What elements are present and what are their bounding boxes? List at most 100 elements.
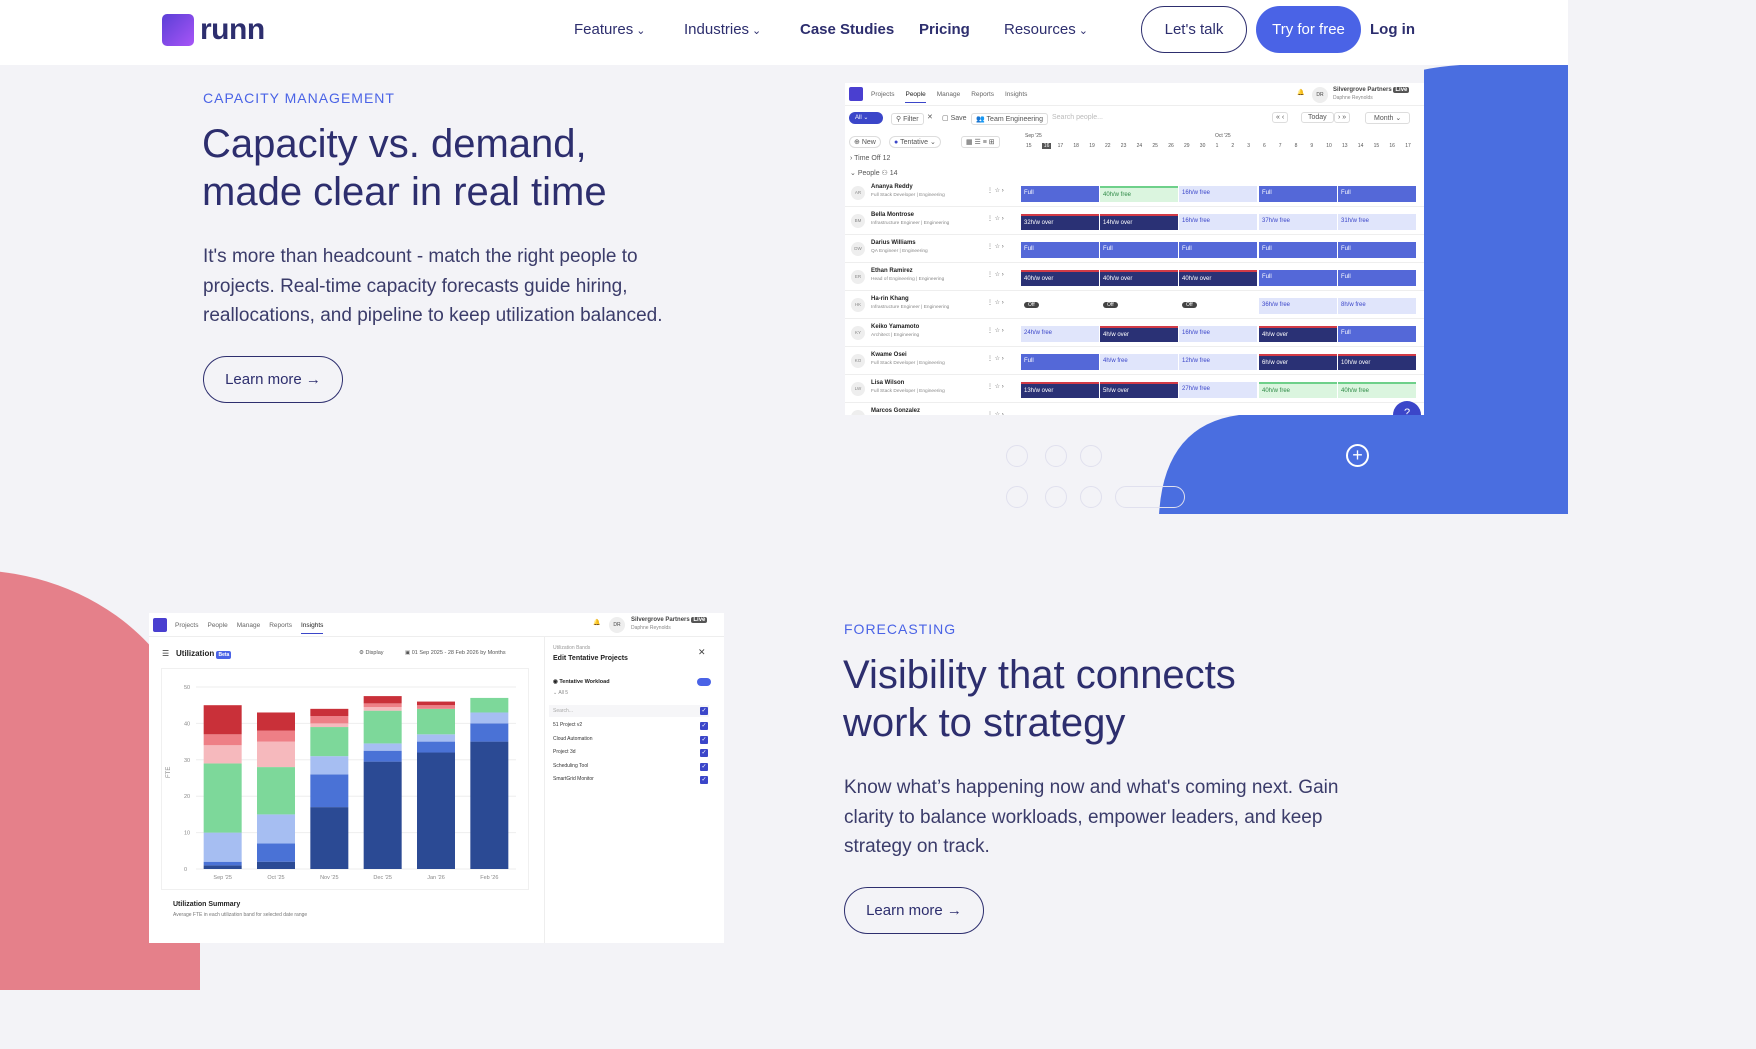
bar-segment[interactable] [470, 712, 509, 724]
capacity-cell[interactable]: 32h/w over [1021, 214, 1099, 230]
nav-case-studies[interactable]: Case Studies [800, 21, 894, 38]
lets-talk-button[interactable]: Let's talk [1141, 6, 1247, 53]
person-row[interactable]: AR Ananya Reddy Full Stack Developer | Eng… [845, 179, 1424, 207]
bar-segment[interactable] [203, 705, 242, 735]
nav-industries[interactable]: Industries ⌄ [684, 21, 761, 38]
bar-segment[interactable] [363, 707, 402, 711]
project-list-item[interactable]: SmartGrid Monitor ✓ [553, 776, 713, 790]
next-nav-button[interactable]: › » [1334, 112, 1351, 123]
today-button[interactable]: Today [1301, 112, 1334, 123]
capacity-cell[interactable]: Full [1259, 242, 1337, 258]
plus-icon[interactable]: + [1346, 444, 1369, 467]
bar-segment[interactable] [310, 716, 349, 724]
capacity-cell[interactable]: 4h/w over [1259, 326, 1337, 342]
new-button[interactable]: ⊕ New [849, 136, 881, 148]
avatar[interactable]: DR [609, 617, 625, 633]
learn-more-button[interactable]: Learn more → [203, 356, 343, 403]
bar-segment[interactable] [470, 697, 509, 713]
capacity-cell[interactable]: Full [1338, 186, 1416, 202]
capacity-cell[interactable]: Off [1100, 298, 1178, 314]
capacity-cell[interactable]: 16h/w free [1179, 186, 1257, 202]
carousel-pill-active[interactable] [1115, 486, 1185, 508]
capacity-cell[interactable]: 16h/w free [1179, 326, 1257, 342]
bar-segment[interactable] [470, 741, 509, 869]
prev-nav-button[interactable]: « ‹ [1272, 112, 1289, 123]
date-range-picker[interactable]: ▣ 01 Sep 2025 - 28 Feb 2026 by Months [405, 650, 506, 656]
bar-segment[interactable] [203, 734, 242, 746]
row-actions-icon[interactable]: ⋮ ☆ › [987, 215, 1004, 222]
row-actions-icon[interactable]: ⋮ ☆ › [987, 355, 1004, 362]
capacity-cell[interactable]: Full [1338, 326, 1416, 342]
save-button[interactable]: ▢ Save [942, 114, 967, 122]
menu-icon[interactable]: ☰ [162, 649, 169, 658]
capacity-cell[interactable]: 12h/w free [1179, 354, 1257, 370]
project-checkbox[interactable]: ✓ [700, 735, 708, 744]
tab-reports[interactable]: Reports [269, 622, 292, 634]
person-name[interactable]: Bella Montrose [871, 212, 914, 218]
row-actions-icon[interactable]: ⋮ ☆ › [987, 327, 1004, 334]
row-actions-icon[interactable]: ⋮ ☆ › [987, 411, 1004, 415]
search-people-input[interactable]: Search people... [1052, 114, 1103, 121]
bar-segment[interactable] [363, 703, 402, 708]
bar-segment[interactable] [257, 730, 295, 742]
carousel-dot[interactable] [1045, 445, 1067, 467]
capacity-cell[interactable]: 31h/w free [1338, 214, 1416, 230]
bar-segment[interactable] [363, 761, 402, 869]
capacity-cell[interactable]: 37h/w free [1259, 214, 1337, 230]
row-actions-icon[interactable]: ⋮ ☆ › [987, 243, 1004, 250]
person-row[interactable]: MG Marcos Gonzalez ⋮ ☆ › [845, 403, 1424, 415]
bar-segment[interactable] [363, 696, 402, 704]
capacity-cell[interactable]: Full [1021, 186, 1099, 202]
carousel-dot[interactable] [1045, 486, 1067, 508]
capacity-cell[interactable]: 4h/w free [1100, 354, 1178, 370]
tentative-workload-toggle[interactable] [697, 678, 711, 686]
carousel-dot[interactable] [1080, 445, 1102, 467]
bar-segment[interactable] [310, 727, 349, 757]
bar-segment[interactable] [310, 756, 349, 775]
bar-segment[interactable] [203, 861, 242, 866]
tab-insights[interactable]: Insights [301, 622, 324, 634]
avatar[interactable]: DR [1312, 87, 1328, 103]
time-off-group[interactable]: › Time Off 12 [850, 155, 890, 162]
capacity-cell[interactable]: 16h/w free [1179, 214, 1257, 230]
capacity-cell[interactable]: Full [1021, 354, 1099, 370]
person-row[interactable]: LW Lisa Wilson Full Stack Developer | Engi… [845, 375, 1424, 403]
nav-pricing[interactable]: Pricing [919, 21, 970, 38]
tab-people[interactable]: People [905, 91, 926, 103]
capacity-cell[interactable]: Full [1259, 270, 1337, 286]
close-icon[interactable]: ✕ [927, 113, 933, 121]
month-dropdown[interactable]: Month ⌄ [1365, 112, 1411, 124]
capacity-cell[interactable]: Full [1021, 242, 1099, 258]
project-checkbox[interactable]: ✓ [700, 776, 708, 784]
bar-segment[interactable] [310, 807, 349, 869]
person-row[interactable]: BM Bella Montrose Infrastructure Engineer … [845, 207, 1424, 235]
capacity-cell[interactable]: 40h/w free [1100, 186, 1178, 202]
tab-insights[interactable]: Insights [1005, 91, 1027, 103]
capacity-cell[interactable]: Full [1179, 242, 1257, 258]
bell-icon[interactable]: 🔔 [593, 619, 600, 626]
capacity-cell[interactable]: 4h/w over [1100, 326, 1178, 342]
tab-reports[interactable]: Reports [971, 91, 994, 103]
carousel-dot[interactable] [1006, 445, 1028, 467]
capacity-cell[interactable]: 36h/w free [1259, 298, 1337, 314]
runn-logo[interactable]: runn [162, 13, 265, 47]
bar-segment[interactable] [363, 750, 402, 762]
bar-segment[interactable] [203, 832, 242, 862]
project-list-item[interactable]: Project 3d ✓ [553, 749, 713, 763]
person-row[interactable]: ER Ethan Ramirez Head of Engineering | Eng… [845, 263, 1424, 291]
nav-resources[interactable]: Resources ⌄ [1004, 21, 1088, 38]
project-checkbox[interactable]: ✓ [700, 749, 708, 757]
learn-more-button[interactable]: Learn more → [844, 887, 984, 934]
carousel-dot[interactable] [1006, 486, 1028, 508]
person-name[interactable]: Ethan Ramirez [871, 268, 913, 274]
bar-segment[interactable] [257, 843, 295, 862]
person-name[interactable]: Keiko Yamamoto [871, 324, 919, 330]
capacity-cell[interactable]: 5h/w over [1100, 382, 1178, 398]
row-actions-icon[interactable]: ⋮ ☆ › [987, 187, 1004, 194]
all-expander[interactable]: ⌄ All 5 [553, 690, 568, 696]
capacity-cell[interactable]: 14h/w over [1100, 214, 1178, 230]
capacity-cell[interactable]: 8h/w free [1338, 298, 1416, 314]
bar-segment[interactable] [417, 752, 455, 869]
capacity-cell[interactable]: 40h/w free [1259, 382, 1337, 398]
tab-people[interactable]: People [207, 622, 227, 634]
